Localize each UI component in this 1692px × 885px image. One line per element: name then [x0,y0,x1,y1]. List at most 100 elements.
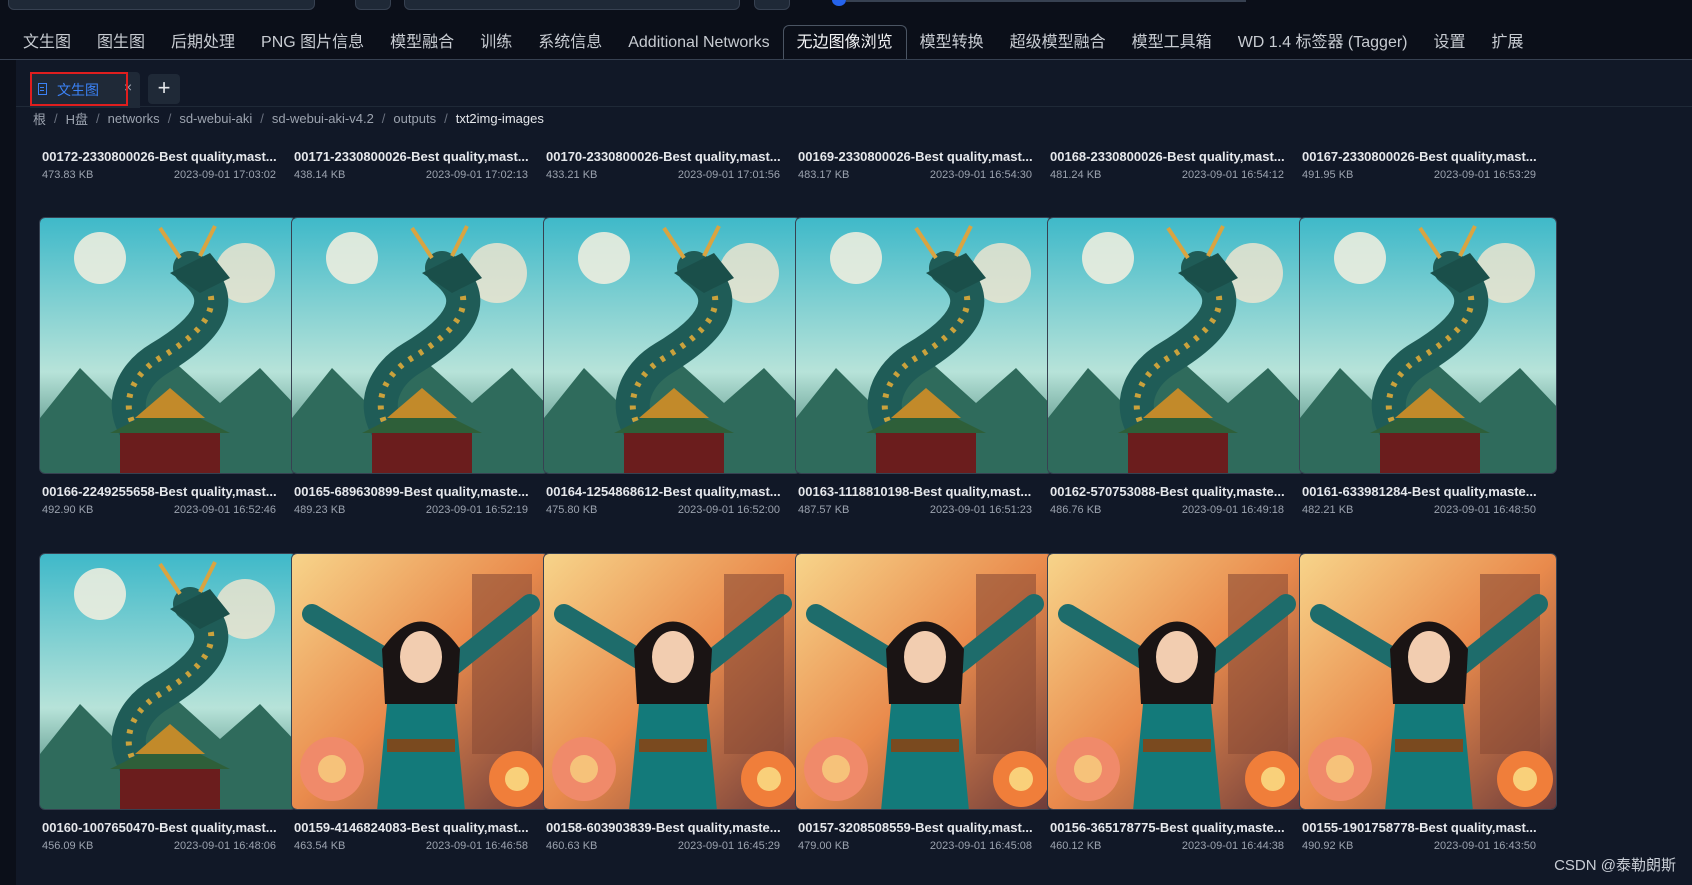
file-date: 2023-09-01 17:01:56 [677,169,780,181]
file-info[interactable]: 00160-1007650470-Best quality,mast... 45… [39,820,279,860]
file-date: 2023-09-01 16:49:18 [1181,504,1284,516]
breadcrumb-item[interactable]: 根 [33,109,46,128]
tab-10[interactable]: 超级模型融合 [997,27,1119,59]
file-date: 2023-09-01 16:52:00 [677,504,780,516]
file-size: 481.24 KB [1050,169,1102,181]
file-info[interactable]: 00170-2330800026-Best quality,mast... 43… [543,149,783,189]
tab-12[interactable]: WD 1.4 标签器 (Tagger) [1225,27,1421,59]
breadcrumb-separator: / [54,110,58,126]
thumbnail-dragon-image[interactable] [1299,217,1557,474]
breadcrumb-separator: / [260,110,264,126]
tab-0[interactable]: 文生图 [10,27,84,59]
breadcrumb-item[interactable]: networks [108,111,160,126]
slider-track[interactable] [846,0,1246,2]
file-date: 2023-09-01 16:43:50 [1433,840,1536,852]
file-info[interactable]: 00157-3208508559-Best quality,mast... 47… [795,820,1035,860]
file-info[interactable]: 00166-2249255658-Best quality,mast... 49… [39,484,279,524]
highlight-box [30,72,128,106]
file-info[interactable]: 00156-365178775-Best quality,maste... 46… [1047,820,1287,860]
file-size: 475.80 KB [546,504,598,516]
thumbnail-dragon-image[interactable] [795,217,1053,474]
thumbnail-dragon-image[interactable] [291,217,549,474]
file-date: 2023-09-01 16:45:29 [677,840,780,852]
file-date: 2023-09-01 16:46:58 [425,840,528,852]
breadcrumb-item[interactable]: txt2img-images [456,111,544,126]
file-name: 00161-633981284-Best quality,maste... [1302,484,1537,499]
file-info[interactable]: 00168-2330800026-Best quality,mast... 48… [1047,149,1287,189]
breadcrumb: 根 / H盘 / networks / sd-webui-aki / sd-webui-aki-… [33,108,544,128]
file-name: 00170-2330800026-Best quality,mast... [546,149,781,164]
breadcrumb-item[interactable]: sd-webui-aki [179,111,252,126]
file-size: 460.63 KB [546,840,598,852]
breadcrumb-item[interactable]: H盘 [66,109,88,128]
slider-handle[interactable] [832,0,846,6]
file-size: 456.09 KB [42,840,94,852]
breadcrumb-item[interactable]: outputs [393,111,436,126]
thumbnail-dragon-image[interactable] [1047,217,1305,474]
file-date: 2023-09-01 16:54:30 [929,169,1032,181]
file-name: 00156-365178775-Best quality,maste... [1050,820,1285,835]
top-button-1[interactable] [355,0,391,10]
tab-6[interactable]: 系统信息 [525,27,615,59]
file-date: 2023-09-01 16:52:46 [173,504,276,516]
file-name: 00160-1007650470-Best quality,mast... [42,820,277,835]
tab-7[interactable]: Additional Networks [615,27,782,59]
file-name: 00155-1901758778-Best quality,mast... [1302,820,1537,835]
thumbnail-dragon-image[interactable] [543,217,801,474]
file-info[interactable]: 00167-2330800026-Best quality,mast... 49… [1299,149,1539,189]
watermark: CSDN @泰勒朗斯 [1554,857,1676,874]
thumbnail-girl-image[interactable] [1047,553,1305,810]
top-input-2[interactable] [404,0,740,10]
file-name: 00167-2330800026-Best quality,mast... [1302,149,1537,164]
tab-2[interactable]: 后期处理 [158,27,248,59]
thumbnail-girl-image[interactable] [795,553,1053,810]
thumbnail-dragon-image[interactable] [39,217,297,474]
tab-8[interactable]: 无边图像浏览 [782,25,907,59]
add-tab-button[interactable]: + [148,74,180,104]
file-info[interactable]: 00164-1254868612-Best quality,mast... 47… [543,484,783,524]
file-info[interactable]: 00163-1118810198-Best quality,mast... 48… [795,484,1035,524]
file-info[interactable]: 00162-570753088-Best quality,maste... 48… [1047,484,1287,524]
file-name: 00166-2249255658-Best quality,mast... [42,484,277,499]
tab-14[interactable]: 扩展 [1479,27,1537,59]
file-info[interactable]: 00165-689630899-Best quality,maste... 48… [291,484,531,524]
file-info[interactable]: 00159-4146824083-Best quality,mast... 46… [291,820,531,860]
file-size: 433.21 KB [546,169,598,181]
thumbnail-girl-image[interactable] [543,553,801,810]
file-info[interactable]: 00171-2330800026-Best quality,mast... 43… [291,149,531,189]
file-info[interactable]: 00155-1901758778-Best quality,mast... 49… [1299,820,1539,860]
file-date: 2023-09-01 16:48:50 [1433,504,1536,516]
file-info[interactable]: 00169-2330800026-Best quality,mast... 48… [795,149,1035,189]
file-name: 00168-2330800026-Best quality,mast... [1050,149,1285,164]
file-size: 473.83 KB [42,169,94,181]
file-date: 2023-09-01 16:48:06 [173,840,276,852]
file-name: 00172-2330800026-Best quality,mast... [42,149,277,164]
tab-13[interactable]: 设置 [1421,27,1479,59]
file-info[interactable]: 00172-2330800026-Best quality,mast... 47… [39,149,279,189]
tab-1[interactable]: 图生图 [84,27,158,59]
breadcrumb-item[interactable]: sd-webui-aki-v4.2 [272,111,374,126]
thumbnail-dragon-image[interactable] [39,553,297,810]
sub-tab-bar: 文生图 × + [16,66,1692,108]
file-date: 2023-09-01 16:51:23 [929,504,1032,516]
tab-9[interactable]: 模型转换 [907,27,997,59]
tab-5[interactable]: 训练 [467,27,525,59]
thumbnail-girl-image[interactable] [291,553,549,810]
file-name: 00158-603903839-Best quality,maste... [546,820,781,835]
top-input-1[interactable] [8,0,315,10]
file-name: 00159-4146824083-Best quality,mast... [294,820,529,835]
file-info[interactable]: 00161-633981284-Best quality,maste... 48… [1299,484,1539,524]
main-tab-bar: 文生图 图生图 后期处理 PNG 图片信息 模型融合 训练 系统信息 Additional N… [10,25,1537,59]
tab-4[interactable]: 模型融合 [377,27,467,59]
tab-11[interactable]: 模型工具箱 [1119,27,1225,59]
file-size: 483.17 KB [798,169,850,181]
file-info[interactable]: 00158-603903839-Best quality,maste... 46… [543,820,783,860]
thumbnail-girl-image[interactable] [1299,553,1557,810]
file-date: 2023-09-01 16:52:19 [425,504,528,516]
breadcrumb-separator: / [167,110,172,126]
file-name: 00157-3208508559-Best quality,mast... [798,820,1033,835]
top-button-2[interactable] [754,0,790,10]
file-size: 463.54 KB [294,840,346,852]
tab-3[interactable]: PNG 图片信息 [248,27,377,59]
file-size: 490.92 KB [1302,840,1354,852]
